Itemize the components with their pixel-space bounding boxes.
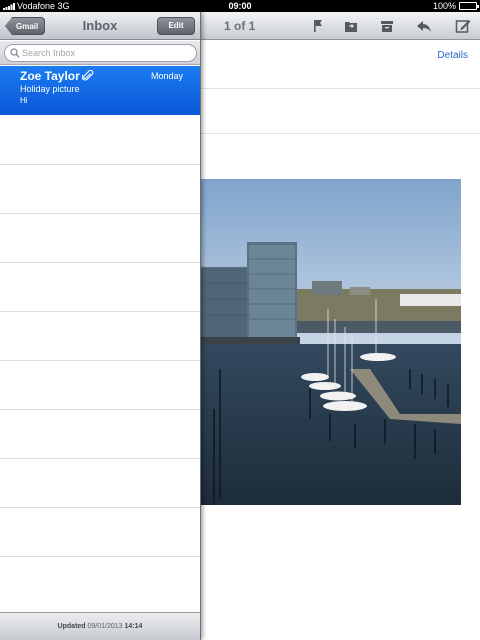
reply-icon[interactable]	[416, 18, 432, 34]
updated-label: Updated	[57, 623, 86, 630]
attached-photo[interactable]	[200, 179, 461, 505]
message-subject: Holiday picture	[20, 84, 80, 94]
search-icon	[10, 48, 20, 58]
message-date: Monday	[150, 71, 183, 81]
search-bar	[0, 41, 200, 65]
row-divider	[0, 409, 200, 410]
row-divider	[0, 213, 200, 214]
updated-time: 14:14	[124, 623, 143, 630]
row-divider	[0, 311, 200, 312]
battery-percent: 100%	[432, 1, 456, 11]
row-divider	[0, 164, 200, 165]
status-time: 09:00	[228, 1, 252, 11]
updated-date: 09/01/2013	[87, 623, 123, 630]
details-link[interactable]: Details	[437, 50, 468, 61]
message-preview: Hi	[20, 96, 28, 105]
message-detail-pane: 1 of 1 Details	[200, 12, 480, 640]
flag-icon[interactable]	[310, 18, 326, 34]
edit-button[interactable]: Edit	[157, 17, 195, 35]
compose-icon[interactable]	[455, 18, 471, 34]
message-counter: 1 of 1	[224, 19, 256, 33]
attachment-icon	[82, 70, 94, 81]
row-divider	[0, 262, 200, 263]
inbox-status-footer: Updated 09/01/2013 14:14	[0, 612, 200, 640]
message-sender: Zoe Taylor	[20, 69, 80, 83]
header-divider	[200, 133, 480, 134]
battery-icon	[459, 2, 479, 10]
move-folder-icon[interactable]	[343, 18, 359, 34]
status-bar: Vodafone 3G 09:00 100%	[0, 0, 480, 12]
search-field[interactable]	[4, 44, 197, 62]
list-item[interactable]: Zoe Taylor Monday Holiday picture Hi	[0, 66, 200, 115]
header-divider	[200, 88, 480, 89]
message-toolbar: 1 of 1	[200, 12, 480, 40]
row-divider	[0, 360, 200, 361]
inbox-pane: Gmail Inbox Edit Zoe Taylor Monday Holid…	[0, 12, 201, 640]
inbox-nav-bar: Gmail Inbox Edit	[0, 12, 200, 40]
search-input[interactable]	[22, 46, 192, 60]
row-divider	[0, 556, 200, 557]
archive-icon[interactable]	[379, 18, 395, 34]
row-divider	[0, 458, 200, 459]
battery-status: 100%	[432, 0, 479, 12]
row-divider	[0, 507, 200, 508]
